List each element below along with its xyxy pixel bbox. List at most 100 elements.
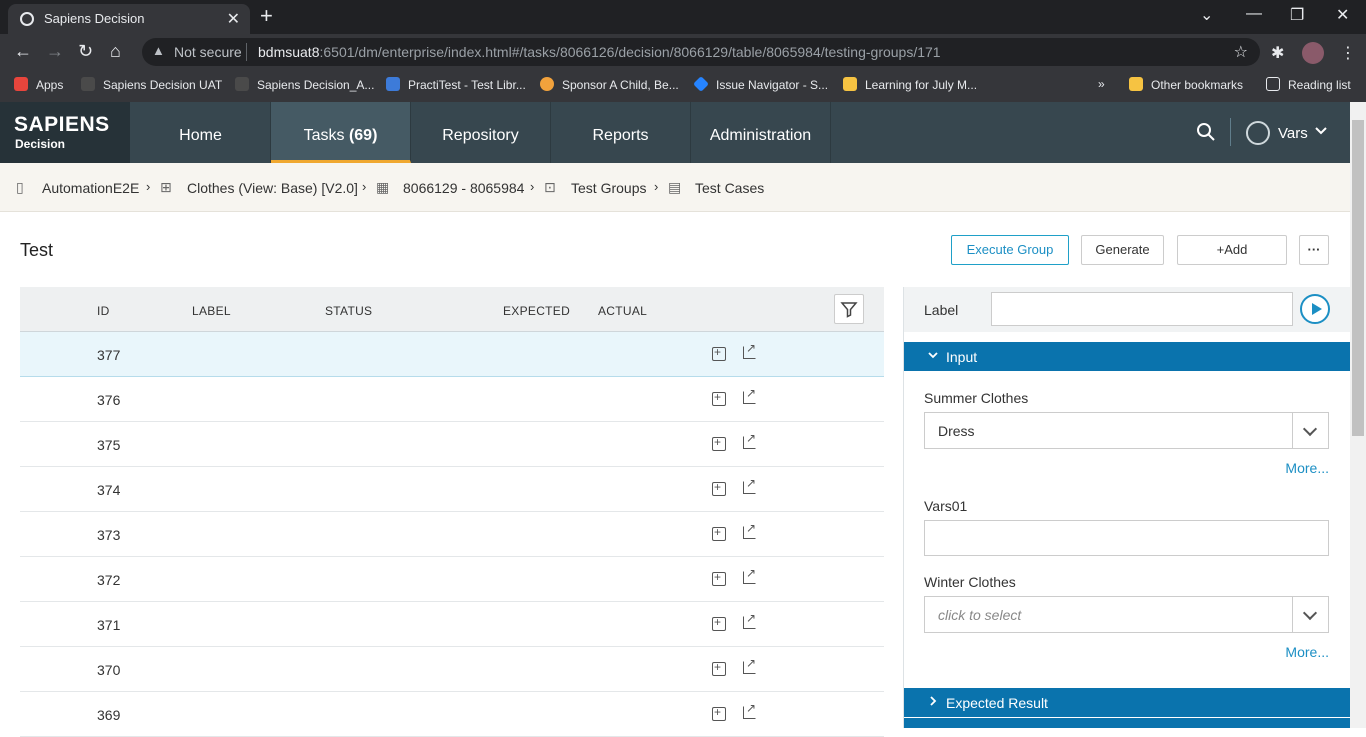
duplicate-icon[interactable] (712, 390, 726, 406)
duplicate-icon[interactable] (712, 345, 726, 361)
column-id[interactable]: ID (97, 304, 110, 318)
generate-button[interactable]: Generate (1081, 235, 1164, 265)
chevron-down-icon[interactable] (1292, 597, 1328, 632)
duplicate-icon[interactable] (712, 615, 726, 631)
table-row[interactable]: 370 (20, 647, 884, 692)
forward-icon[interactable]: → (46, 41, 64, 62)
column-label[interactable]: LABEL (192, 304, 231, 318)
close-window-icon[interactable]: ✕ (1336, 5, 1349, 25)
nav-repository[interactable]: Repository (411, 102, 551, 163)
open-external-icon[interactable] (743, 656, 756, 674)
breadcrumb-table[interactable]: 8066129 - 8065984 (403, 180, 524, 196)
open-external-icon[interactable] (743, 341, 756, 359)
more-link[interactable]: More... (1285, 644, 1329, 660)
chevron-down-icon[interactable] (1292, 413, 1328, 448)
summer-clothes-select[interactable]: Dress (924, 412, 1329, 449)
duplicate-icon[interactable] (712, 570, 726, 586)
home-icon[interactable]: ⌂ (110, 41, 121, 62)
bookmark-sponsor[interactable]: Sponsor A Child, Be... (540, 77, 679, 92)
duplicate-icon[interactable] (712, 660, 726, 676)
filter-button[interactable] (834, 294, 864, 324)
duplicate-icon[interactable] (712, 525, 726, 541)
breadcrumb-test-groups[interactable]: Test Groups (571, 180, 646, 196)
label-input[interactable] (991, 292, 1293, 326)
bookmark-sapiens-a[interactable]: Sapiens Decision_A... (235, 77, 374, 92)
nav-administration[interactable]: Administration (691, 102, 831, 163)
duplicate-icon[interactable] (712, 705, 726, 721)
add-button[interactable]: +Add (1177, 235, 1287, 265)
column-status[interactable]: STATUS (325, 304, 372, 318)
table-row[interactable]: 369 (20, 692, 884, 737)
open-external-icon[interactable] (743, 611, 756, 629)
nav-tasks[interactable]: Tasks (69) (271, 102, 411, 163)
bookmark-star-icon[interactable]: ☆ (1234, 42, 1248, 62)
vars01-label: Vars01 (924, 498, 968, 514)
column-expected[interactable]: EXPECTED (503, 304, 570, 318)
nav-home[interactable]: Home (131, 102, 271, 163)
bookmark-sapiens-uat[interactable]: Sapiens Decision UAT (81, 77, 222, 92)
breadcrumb-project[interactable]: AutomationE2E (42, 180, 139, 196)
table-row[interactable]: 374 (20, 467, 884, 512)
menu-icon[interactable]: ⋮ (1340, 43, 1356, 63)
winter-clothes-label: Winter Clothes (924, 574, 1016, 590)
bookmark-label: Apps (36, 78, 64, 92)
more-link[interactable]: More... (1285, 460, 1329, 476)
open-external-icon[interactable] (743, 701, 756, 719)
open-external-icon[interactable] (743, 386, 756, 404)
expected-result-section-header[interactable]: Expected Result (904, 688, 1350, 717)
close-tab-icon[interactable]: ✕ (227, 9, 240, 29)
minimize-icon[interactable]: — (1246, 5, 1262, 23)
run-button[interactable] (1300, 294, 1330, 324)
more-actions-button[interactable]: ··· (1299, 235, 1329, 265)
search-icon[interactable] (1196, 122, 1216, 147)
open-external-icon[interactable] (743, 566, 756, 584)
execute-group-button[interactable]: Execute Group (951, 235, 1069, 265)
duplicate-icon[interactable] (712, 435, 726, 451)
table-row[interactable]: 372 (20, 557, 884, 602)
table-row[interactable]: 371 (20, 602, 884, 647)
bookmark-practitest[interactable]: PractiTest - Test Libr... (386, 77, 526, 92)
table-row[interactable]: 375 (20, 422, 884, 467)
user-globe-icon[interactable] (1246, 121, 1270, 145)
open-external-icon[interactable] (743, 521, 756, 539)
new-tab-icon[interactable]: + (260, 3, 273, 29)
open-external-icon[interactable] (743, 476, 756, 494)
breadcrumb-separator: › (530, 179, 535, 194)
url-input[interactable]: ▲ Not secure bdmsuat8:6501/dm/enterprise… (142, 38, 1260, 66)
table-row[interactable]: 373 (20, 512, 884, 557)
back-icon[interactable]: ← (14, 41, 32, 62)
profile-avatar[interactable] (1302, 42, 1324, 64)
next-section-header[interactable] (904, 718, 1350, 728)
browser-tab[interactable]: Sapiens Decision ✕ (8, 4, 250, 34)
breadcrumb-view[interactable]: Clothes (View: Base) [V2.0] (187, 180, 358, 196)
tab-search-icon[interactable]: ⌄ (1200, 5, 1213, 25)
bookmark-label: Learning for July M... (865, 78, 978, 92)
user-name[interactable]: Vars (1278, 125, 1308, 142)
table-row[interactable]: 376 (20, 377, 884, 422)
open-external-icon[interactable] (743, 431, 756, 449)
bookmark-label: Sponsor A Child, Be... (562, 78, 679, 92)
maximize-icon[interactable]: ❐ (1290, 5, 1304, 25)
chevron-down-icon[interactable] (1314, 124, 1328, 141)
winter-clothes-select[interactable]: click to select (924, 596, 1329, 633)
extensions-icon[interactable]: ✱ (1271, 43, 1284, 63)
bookmark-apps[interactable]: Apps (14, 77, 63, 92)
other-bookmarks[interactable]: Other bookmarks (1129, 77, 1243, 92)
browser-tab-bar: Sapiens Decision ✕ + ⌄ — ❐ ✕ (0, 0, 1366, 34)
practitest-icon (386, 77, 400, 91)
reading-list[interactable]: Reading list (1266, 77, 1351, 92)
column-actual[interactable]: ACTUAL (598, 304, 647, 318)
reload-icon[interactable]: ↻ (78, 41, 93, 62)
nav-reports[interactable]: Reports (551, 102, 691, 163)
input-section-header[interactable]: Input (904, 342, 1350, 371)
table-row[interactable]: 377 (20, 332, 884, 377)
bookmark-learning[interactable]: Learning for July M... (843, 77, 977, 92)
vars01-input[interactable] (924, 520, 1329, 556)
duplicate-icon[interactable] (712, 480, 726, 496)
page-scrollbar[interactable] (1350, 102, 1366, 728)
nav-label: Reports (592, 127, 649, 144)
scrollbar-thumb[interactable] (1352, 120, 1364, 436)
bookmark-issue-navigator[interactable]: Issue Navigator - S... (693, 76, 828, 92)
bookmarks-overflow[interactable]: » (1098, 77, 1105, 91)
sapiens-logo[interactable]: SAPIENS Decision (0, 102, 130, 163)
